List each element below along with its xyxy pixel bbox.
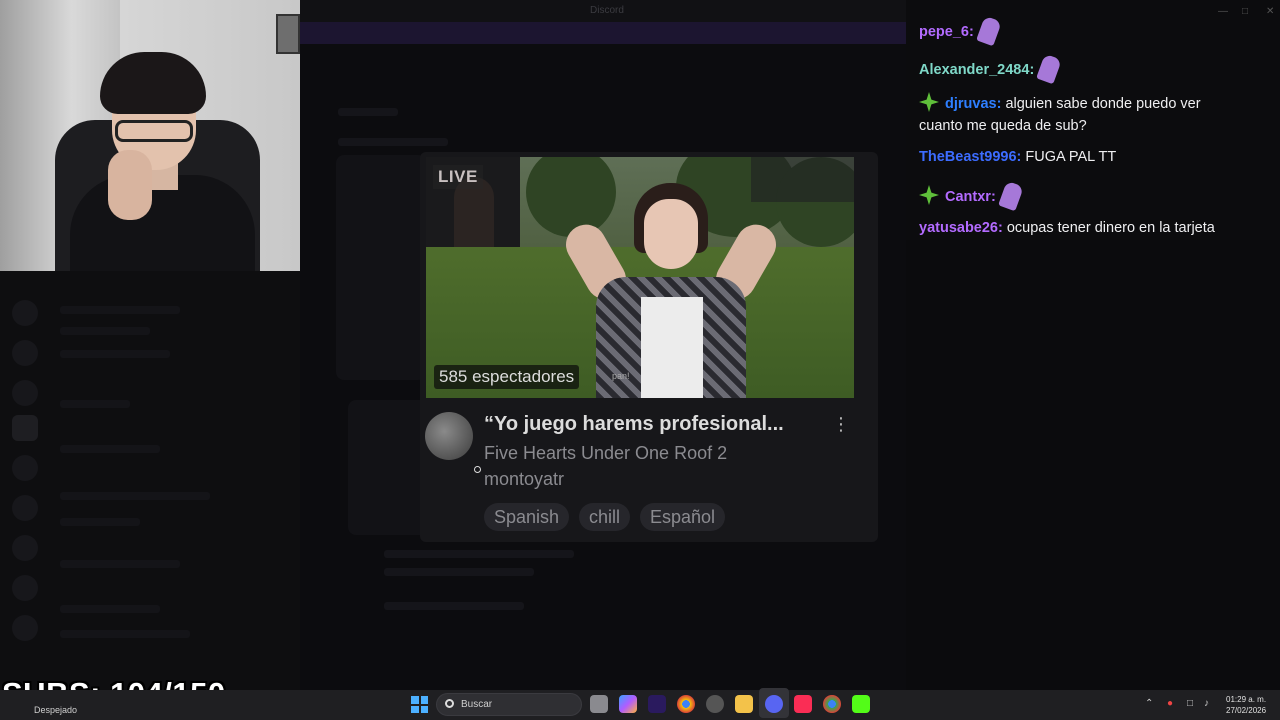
clock-date: 27/02/2026 [1226, 706, 1267, 715]
chat-message: yatusabe26: ocupas tener dinero en la ta… [919, 220, 1215, 236]
obs-icon[interactable] [706, 695, 724, 713]
chat-message: pepe_6: [919, 15, 1002, 47]
taskbar-search[interactable]: Buscar [436, 693, 582, 716]
background-window-title: Discord [590, 5, 624, 16]
thumbnail-subtitle: pan! [612, 371, 630, 381]
tag-espanol[interactable]: Español [640, 503, 726, 531]
chat-message: djruvas: alguien sabe donde puedo ver [919, 92, 1201, 112]
copilot-icon[interactable] [619, 695, 637, 713]
premiere-icon[interactable] [648, 695, 666, 713]
music-icon[interactable] [794, 695, 812, 713]
tag-spanish[interactable]: Spanish [484, 503, 570, 531]
sub-badge-icon [919, 185, 939, 205]
background-card [336, 155, 426, 380]
file-explorer-icon[interactable] [735, 695, 753, 713]
close-icon[interactable]: ✕ [1266, 6, 1274, 17]
chat-message-continued: cuanto me queda de sub? [919, 118, 1087, 134]
background-text [338, 108, 398, 116]
chat-username[interactable]: TheBeast9996 [919, 149, 1017, 165]
chrome-profile-icon[interactable] [823, 695, 841, 713]
background-text [384, 550, 574, 558]
chat-message: Cantxr: [919, 180, 1024, 212]
kick-icon[interactable] [852, 695, 870, 713]
chat-message: TheBeast9996: FUGA PAL TT [919, 149, 1117, 165]
chevron-up-icon[interactable]: ⌃ [1145, 698, 1153, 709]
background-text [338, 138, 448, 146]
chat-username[interactable]: yatusabe26 [919, 220, 998, 236]
chat-username[interactable]: Alexander_2484 [919, 62, 1029, 78]
chat-username[interactable]: Cantxr [945, 189, 991, 205]
task-view-icon[interactable] [590, 695, 608, 713]
system-clock[interactable]: 01:29 a. m. 27/02/2026 [1226, 694, 1266, 716]
chat-text: FUGA PAL TT [1025, 149, 1117, 165]
taskbar [0, 690, 1280, 720]
game-name[interactable]: Five Hearts Under One Roof 2 [484, 443, 727, 464]
background-right-panel [906, 240, 1280, 690]
stream-title[interactable]: “Yo juego harems profesional... [484, 413, 784, 436]
volume-icon[interactable]: ♪ [1204, 698, 1209, 709]
chat-text: alguien sabe donde puedo ver [1005, 96, 1201, 112]
live-badge: LIVE [433, 165, 483, 189]
discord-icon[interactable] [765, 695, 783, 713]
more-vertical-icon[interactable]: ⋮ [832, 414, 850, 434]
stream-thumbnail[interactable] [426, 157, 854, 398]
webcam-overlay [0, 0, 300, 271]
viewer-count: 585 espectadores [434, 365, 580, 389]
background-titlebar: Discord [300, 0, 906, 22]
background-text [384, 602, 524, 610]
search-icon [445, 699, 454, 708]
weather-label[interactable]: Despejado [34, 705, 77, 715]
windows-start-icon[interactable] [411, 696, 428, 713]
minimize-icon[interactable]: — [1218, 6, 1228, 17]
chrome-icon[interactable] [677, 695, 695, 713]
chat-username[interactable]: djruvas [945, 96, 997, 112]
search-label: Buscar [461, 699, 493, 710]
maximize-icon[interactable]: □ [1242, 6, 1248, 17]
streamer-name[interactable]: montoyatr [484, 469, 564, 490]
clock-time: 01:29 a. m. [1226, 695, 1267, 704]
background-text [384, 568, 534, 576]
screen: Discord LIVE 585 espectadores pan! “Yo j… [0, 0, 1280, 720]
chat-message: Alexander_2484: [919, 53, 1063, 85]
chat-text: ocupas tener dinero en la tarjeta [1006, 220, 1215, 236]
sub-badge-icon [919, 92, 939, 112]
chat-username[interactable]: pepe_6 [919, 24, 969, 40]
microphone-icon[interactable]: ● [1167, 698, 1173, 709]
chat-text: cuanto me queda de sub? [919, 118, 1087, 134]
network-icon[interactable]: □ [1187, 698, 1193, 709]
mouse-cursor [474, 466, 481, 473]
streamer-avatar[interactable] [425, 412, 473, 460]
background-notice-banner [300, 22, 906, 44]
background-sidebar [0, 270, 300, 690]
tag-chill[interactable]: chill [579, 503, 631, 531]
